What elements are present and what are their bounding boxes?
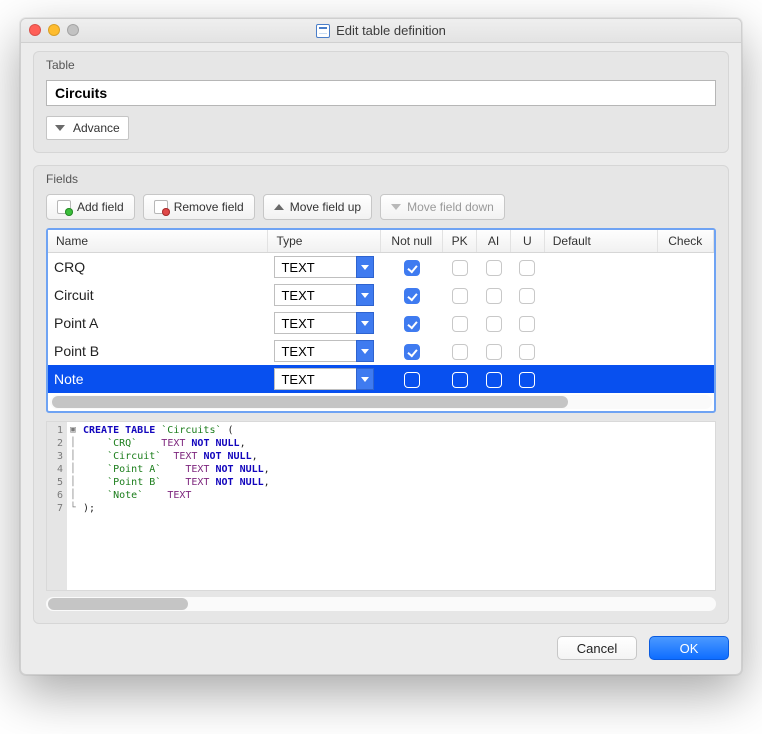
ai-checkbox[interactable] (486, 372, 502, 388)
move-up-button[interactable]: Move field up (263, 194, 372, 220)
sql-preview[interactable]: 1234567 ▣│││││└ CREATE TABLE `Circuits` … (46, 421, 716, 591)
col-check[interactable]: Check (657, 230, 713, 253)
ok-button[interactable]: OK (649, 636, 729, 660)
field-type-cell[interactable] (268, 337, 381, 365)
move-down-label: Move field down (407, 200, 494, 214)
table-row[interactable]: Circuit (48, 281, 714, 309)
close-icon[interactable] (29, 24, 41, 36)
field-type-input[interactable] (274, 340, 356, 362)
dialog-buttons: Cancel OK (33, 636, 729, 660)
remove-field-button[interactable]: Remove field (143, 194, 255, 220)
field-type-dropdown[interactable] (356, 284, 374, 306)
unique-checkbox[interactable] (519, 288, 535, 304)
remove-field-label: Remove field (174, 200, 244, 214)
advance-toggle[interactable]: Advance (46, 116, 129, 140)
add-field-label: Add field (77, 200, 124, 214)
sql-scrollbar[interactable] (46, 597, 716, 611)
check-cell[interactable] (657, 281, 713, 309)
default-cell[interactable] (544, 309, 657, 337)
field-type-cell[interactable] (268, 281, 381, 309)
table-row[interactable]: Point A (48, 309, 714, 337)
page-remove-icon (154, 200, 168, 214)
ai-checkbox[interactable] (486, 288, 502, 304)
check-cell[interactable] (657, 365, 713, 393)
field-type-dropdown[interactable] (356, 312, 374, 334)
grid-scrollbar[interactable] (50, 395, 712, 409)
check-cell[interactable] (657, 253, 713, 282)
fields-toolbar: Add field Remove field Move field up Mov… (46, 194, 716, 220)
default-cell[interactable] (544, 337, 657, 365)
titlebar: Edit table definition (21, 19, 741, 43)
col-type[interactable]: Type (268, 230, 381, 253)
pk-checkbox[interactable] (452, 344, 468, 360)
default-cell[interactable] (544, 281, 657, 309)
field-name-cell[interactable]: CRQ (48, 253, 268, 282)
field-type-input[interactable] (274, 368, 356, 390)
check-cell[interactable] (657, 309, 713, 337)
arrow-up-icon (274, 204, 284, 210)
unique-checkbox[interactable] (519, 260, 535, 276)
unique-checkbox[interactable] (519, 372, 535, 388)
table-row[interactable]: CRQ (48, 253, 714, 282)
field-name-cell[interactable]: Note (48, 365, 268, 393)
table-group-label: Table (46, 58, 716, 72)
pk-checkbox[interactable] (452, 372, 468, 388)
col-notnull[interactable]: Not null (381, 230, 443, 253)
cancel-button[interactable]: Cancel (557, 636, 637, 660)
fields-group-label: Fields (46, 172, 716, 186)
field-type-dropdown[interactable] (356, 340, 374, 362)
col-name[interactable]: Name (48, 230, 268, 253)
unique-checkbox[interactable] (519, 316, 535, 332)
advance-label: Advance (73, 121, 120, 135)
arrow-down-icon (391, 204, 401, 210)
field-name-cell[interactable]: Circuit (48, 281, 268, 309)
ai-checkbox[interactable] (486, 260, 502, 276)
notnull-checkbox[interactable] (404, 344, 420, 360)
field-type-cell[interactable] (268, 309, 381, 337)
dialog-window: Edit table definition Table Advance Fiel… (20, 18, 742, 675)
field-type-cell[interactable] (268, 253, 381, 282)
fields-grid[interactable]: Name Type Not null PK AI U Default Check… (46, 228, 716, 413)
ai-checkbox[interactable] (486, 316, 502, 332)
field-type-dropdown[interactable] (356, 368, 374, 390)
table-icon (316, 24, 330, 38)
check-cell[interactable] (657, 337, 713, 365)
add-field-button[interactable]: Add field (46, 194, 135, 220)
move-down-button[interactable]: Move field down (380, 194, 505, 220)
page-add-icon (57, 200, 71, 214)
col-pk[interactable]: PK (443, 230, 477, 253)
unique-checkbox[interactable] (519, 344, 535, 360)
field-name-cell[interactable]: Point A (48, 309, 268, 337)
notnull-checkbox[interactable] (404, 372, 420, 388)
field-type-cell[interactable] (268, 365, 381, 393)
window-title: Edit table definition (336, 23, 446, 38)
pk-checkbox[interactable] (452, 288, 468, 304)
notnull-checkbox[interactable] (404, 288, 420, 304)
minimize-icon[interactable] (48, 24, 60, 36)
default-cell[interactable] (544, 253, 657, 282)
table-name-input[interactable] (46, 80, 716, 106)
field-type-input[interactable] (274, 256, 356, 278)
notnull-checkbox[interactable] (404, 316, 420, 332)
col-u[interactable]: U (510, 230, 544, 253)
col-ai[interactable]: AI (477, 230, 511, 253)
field-type-dropdown[interactable] (356, 256, 374, 278)
chevron-down-icon (55, 125, 65, 131)
table-row[interactable]: Note (48, 365, 714, 393)
table-group: Table Advance (33, 51, 729, 153)
field-name-cell[interactable]: Point B (48, 337, 268, 365)
col-default[interactable]: Default (544, 230, 657, 253)
fields-group: Fields Add field Remove field Move field… (33, 165, 729, 624)
window-controls (29, 24, 79, 36)
notnull-checkbox[interactable] (404, 260, 420, 276)
pk-checkbox[interactable] (452, 260, 468, 276)
move-up-label: Move field up (290, 200, 361, 214)
ai-checkbox[interactable] (486, 344, 502, 360)
field-type-input[interactable] (274, 312, 356, 334)
pk-checkbox[interactable] (452, 316, 468, 332)
table-row[interactable]: Point B (48, 337, 714, 365)
field-type-input[interactable] (274, 284, 356, 306)
default-cell[interactable] (544, 365, 657, 393)
zoom-icon[interactable] (67, 24, 79, 36)
